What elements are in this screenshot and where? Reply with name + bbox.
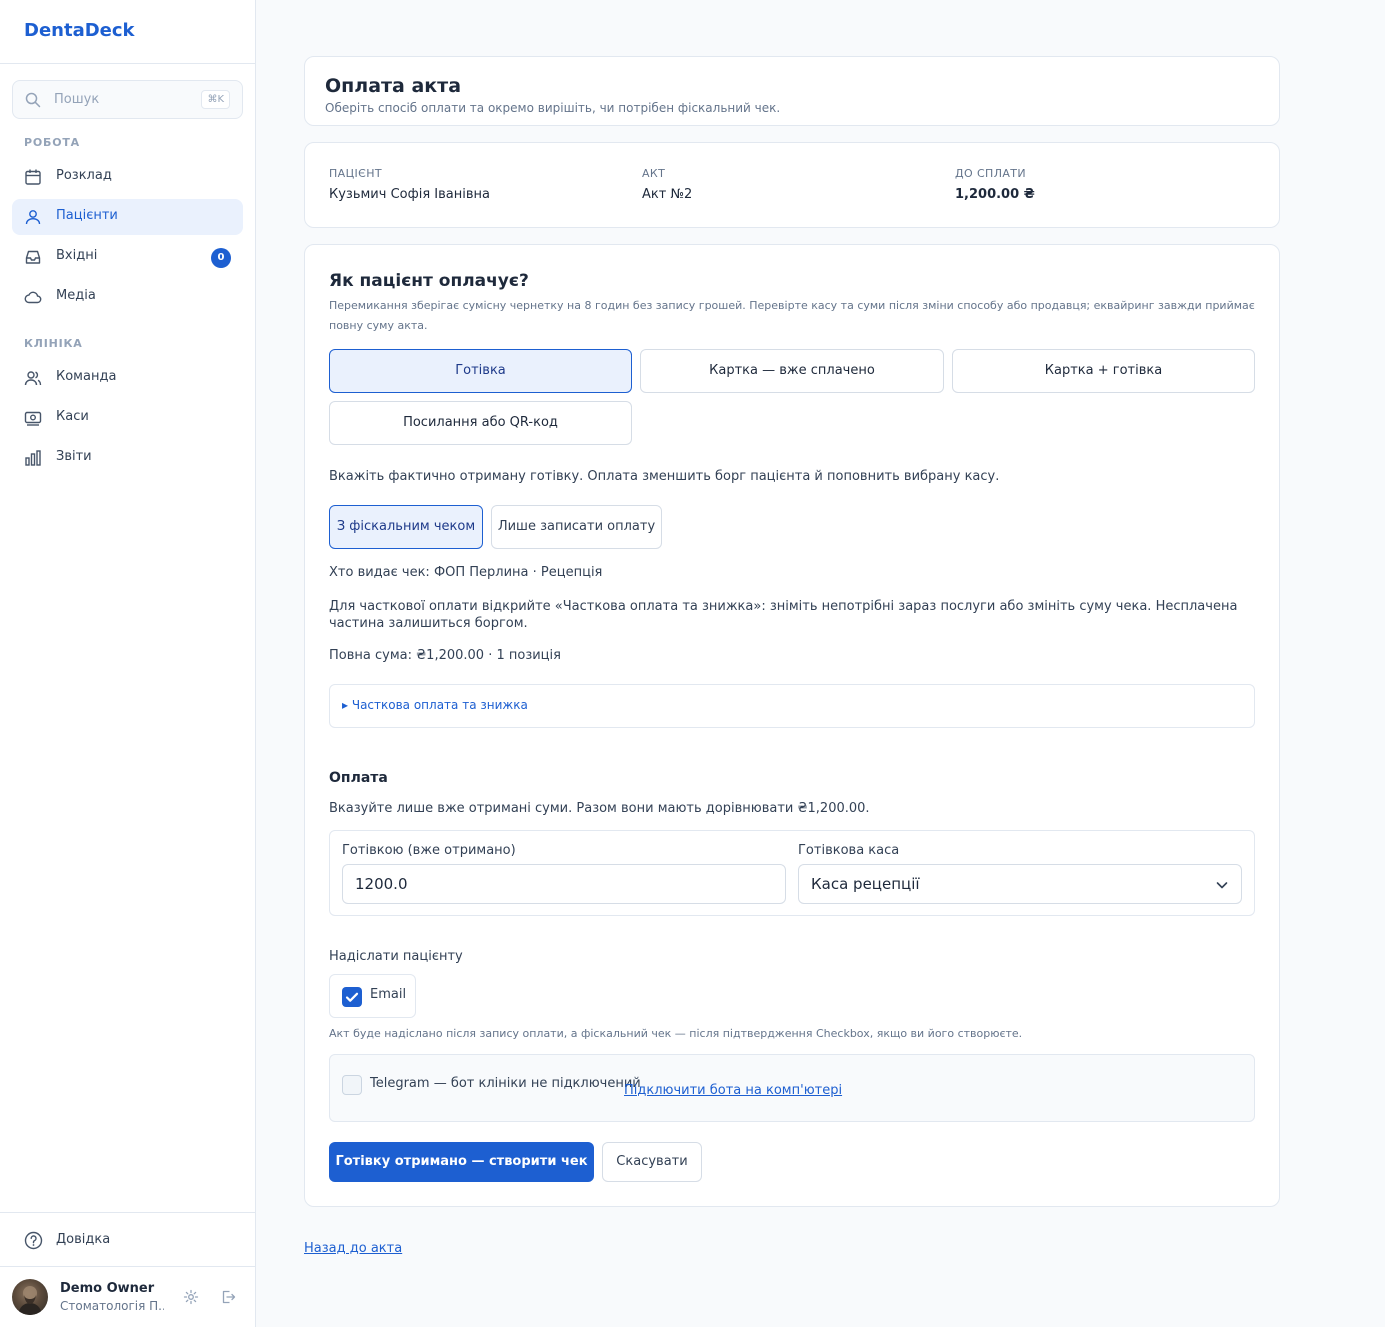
sidebar-item-inbox[interactable]: Вхідні 0 xyxy=(12,239,243,275)
nav-group-clinic: КЛІНІКА xyxy=(24,337,83,350)
page-subtitle: Оберіть спосіб оплати та окремо вирішіть… xyxy=(325,101,781,115)
calendar-icon xyxy=(25,169,41,185)
patient-name: Кузьмич Софія Іванівна xyxy=(329,187,490,202)
confirm-cash-button[interactable]: Готівку отримано — створити чек xyxy=(329,1142,594,1182)
user-org: Стоматологія П... xyxy=(60,1299,164,1313)
cash-register-icon xyxy=(24,411,42,426)
payment-fields: Готівкою (вже отримано) 1200.0 Готівкова… xyxy=(329,830,1255,916)
sidebar-item-patients[interactable]: Пацієнти xyxy=(12,199,243,235)
help-circle-icon xyxy=(24,1231,43,1250)
back-to-act-link[interactable]: Назад до акта xyxy=(304,1241,402,1256)
partial-discount-toggle[interactable]: ▸ Часткова оплата та знижка xyxy=(329,684,1255,728)
team-icon xyxy=(24,371,42,386)
cash-register-label: Готівкова каса xyxy=(798,843,900,858)
sidebar: DentaDeck Пошук ⌘K РОБОТА Розклад Пацієн… xyxy=(0,0,256,1327)
brand-logo[interactable]: DentaDeck xyxy=(0,0,255,64)
search-icon xyxy=(25,92,41,108)
full-sum: Повна сума: ₴1,200.00 · 1 позиція xyxy=(329,648,561,663)
telegram-option: Telegram — бот клініки не підключений Пі… xyxy=(329,1054,1255,1122)
due-label: ДО СПЛАТИ xyxy=(955,167,1027,180)
sidebar-item-label: Каси xyxy=(56,409,89,424)
act-summary-card: ПАЦІЄНТ Кузьмич Софія Іванівна АКТ Акт №… xyxy=(304,142,1280,228)
payment-hint: Вказуйте лише вже отримані суми. Разом в… xyxy=(329,801,870,816)
settings-gear-icon[interactable] xyxy=(183,1289,199,1305)
sidebar-item-media[interactable]: Медіа xyxy=(12,279,243,315)
sidebar-item-help[interactable]: Довідка xyxy=(0,1212,255,1266)
method-option-cash[interactable]: Готівка xyxy=(329,349,632,393)
sidebar-item-registers[interactable]: Каси xyxy=(12,400,243,436)
sidebar-item-team[interactable]: Команда xyxy=(12,360,243,396)
inbox-count-badge: 0 xyxy=(211,248,231,268)
sidebar-item-reports[interactable]: Звіти xyxy=(12,440,243,476)
cash-amount-input[interactable]: 1200.0 xyxy=(342,864,786,904)
partial-discount-label: ▸ Часткова оплата та знижка xyxy=(342,698,528,712)
bar-chart-icon xyxy=(25,450,41,466)
search-input[interactable]: Пошук ⌘K xyxy=(12,80,243,119)
method-title: Як пацієнт оплачує? xyxy=(329,271,529,291)
telegram-label: Telegram — бот клініки не підключений xyxy=(370,1076,641,1091)
chevron-down-icon xyxy=(1216,882,1228,889)
payment-section-title: Оплата xyxy=(329,770,388,786)
act-label: АКТ xyxy=(642,167,666,180)
cash-register-value: Каса рецепції xyxy=(811,875,920,893)
payment-form-card: Як пацієнт оплачує? Перемикання зберігає… xyxy=(304,244,1280,1207)
act-number: Акт №2 xyxy=(642,187,693,202)
nav-group-work: РОБОТА xyxy=(24,136,80,149)
cash-register-select[interactable]: Каса рецепції xyxy=(798,864,1242,904)
method-option-card-paid[interactable]: Картка — вже сплачено xyxy=(640,349,944,393)
page-header-card: Оплата акта Оберіть спосіб оплати та окр… xyxy=(304,56,1280,126)
email-label: Email xyxy=(370,987,407,1002)
send-title: Надіслати пацієнту xyxy=(329,949,463,964)
send-note: Акт буде надіслано після запису оплати, … xyxy=(329,1027,1023,1040)
user-panel: Demo Owner Стоматологія П... xyxy=(0,1266,255,1327)
avatar[interactable] xyxy=(12,1279,48,1315)
sidebar-item-label: Розклад xyxy=(56,168,112,183)
method-option-link-qr[interactable]: Посилання або QR-код xyxy=(329,401,632,445)
sidebar-item-schedule[interactable]: Розклад xyxy=(12,159,243,195)
sidebar-item-label: Пацієнти xyxy=(56,208,118,223)
sidebar-item-label: Медіа xyxy=(56,288,96,303)
search-shortcut: ⌘K xyxy=(201,90,230,109)
user-name: Demo Owner xyxy=(60,1281,155,1296)
receipt-option-record-only[interactable]: Лише записати оплату xyxy=(491,505,662,549)
help-label: Довідка xyxy=(56,1232,111,1247)
checkmark-icon xyxy=(345,992,359,1002)
telegram-checkbox[interactable] xyxy=(342,1075,362,1095)
receipt-issuer: Хто видає чек: ФОП Перлина · Рецепція xyxy=(329,565,603,580)
inbox-icon xyxy=(25,250,41,264)
due-amount: 1,200.00 ₴ xyxy=(955,187,1035,202)
partial-payment-note: Для часткової оплати відкрийте «Часткова… xyxy=(329,599,1238,631)
page-title: Оплата акта xyxy=(325,75,462,97)
sidebar-item-label: Вхідні xyxy=(56,248,98,263)
receipt-option-fiscal[interactable]: З фіскальним чеком xyxy=(329,505,483,549)
connect-bot-link[interactable]: Підключити бота на комп'ютері xyxy=(624,1083,842,1098)
method-hint: Перемикання зберігає сумісну чернетку на… xyxy=(329,299,1255,332)
cloud-icon xyxy=(24,291,42,304)
sidebar-item-label: Команда xyxy=(56,369,117,384)
users-icon xyxy=(25,210,41,225)
cancel-button[interactable]: Скасувати xyxy=(602,1142,702,1182)
logout-icon[interactable] xyxy=(220,1289,236,1305)
patient-label: ПАЦІЄНТ xyxy=(329,167,383,180)
email-checkbox[interactable] xyxy=(342,987,362,1007)
sidebar-item-label: Звіти xyxy=(56,449,92,464)
cash-note: Вкажіть фактично отриману готівку. Оплат… xyxy=(329,469,1000,484)
method-option-card-cash[interactable]: Картка + готівка xyxy=(952,349,1255,393)
search-placeholder: Пошук xyxy=(54,92,100,107)
email-option[interactable]: Email xyxy=(329,974,416,1018)
cash-amount-label: Готівкою (вже отримано) xyxy=(342,843,516,858)
